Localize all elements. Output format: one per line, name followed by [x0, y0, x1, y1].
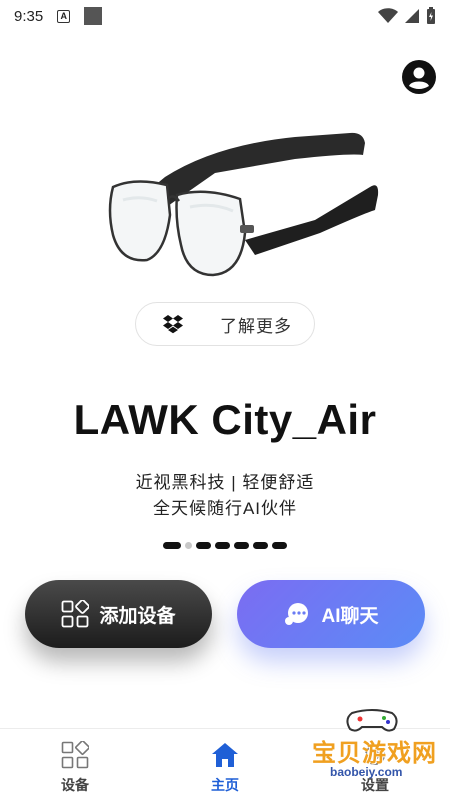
nav-label-home: 主页: [211, 777, 239, 793]
bottom-navigation: 设备 主页 设置: [0, 728, 450, 800]
pager-dot-active[interactable]: [163, 542, 181, 549]
product-title: LAWK City_Air: [73, 396, 377, 443]
keyboard-indicator-icon: A: [57, 9, 71, 23]
devices-grid-icon: [61, 600, 90, 628]
signal-icon: [405, 9, 419, 23]
pager-dot[interactable]: [253, 542, 268, 549]
learn-more-label: 了解更多: [220, 316, 292, 336]
learn-more-button[interactable]: 了解更多: [135, 302, 315, 346]
add-device-label: 添加设备: [99, 605, 176, 627]
nav-label-settings: 设置: [361, 777, 389, 793]
product-tagline-2: 全天候随行AI伙伴: [152, 499, 298, 518]
pager-dot[interactable]: [196, 542, 211, 549]
battery-icon: [427, 7, 435, 24]
pager-dot[interactable]: [272, 542, 287, 549]
notification-square-icon: [84, 7, 103, 25]
account-circle-icon: [409, 67, 429, 89]
profile-button[interactable]: [402, 60, 436, 94]
ai-chat-label: AI聊天: [321, 605, 379, 627]
pager-dot[interactable]: [185, 542, 192, 549]
pager-dot[interactable]: [215, 542, 230, 549]
nav-item-settings[interactable]: 设置: [300, 729, 450, 800]
product-tagline-1: 近视黑科技 | 轻便舒适: [135, 473, 315, 492]
carousel-pager: [0, 542, 450, 549]
dropbox-icon: [163, 315, 183, 334]
settings-icon: [365, 745, 385, 765]
chat-bubble-icon: [283, 600, 311, 628]
add-device-button[interactable]: 添加设备: [25, 580, 212, 648]
nav-item-home[interactable]: 主页: [150, 729, 300, 800]
status-bar: 9:35 A: [0, 0, 450, 32]
home-icon: [212, 743, 238, 767]
smart-glasses-image: [108, 132, 379, 277]
status-right-group: [378, 7, 436, 25]
ai-chat-button[interactable]: AI聊天: [237, 580, 425, 648]
pager-dot[interactable]: [234, 542, 249, 549]
nav-item-devices[interactable]: 设备: [0, 729, 150, 800]
status-time: 9:35: [14, 7, 44, 25]
nav-label-devices: 设备: [61, 777, 89, 793]
devices-grid-icon: [61, 741, 89, 769]
wifi-icon: [378, 8, 398, 23]
